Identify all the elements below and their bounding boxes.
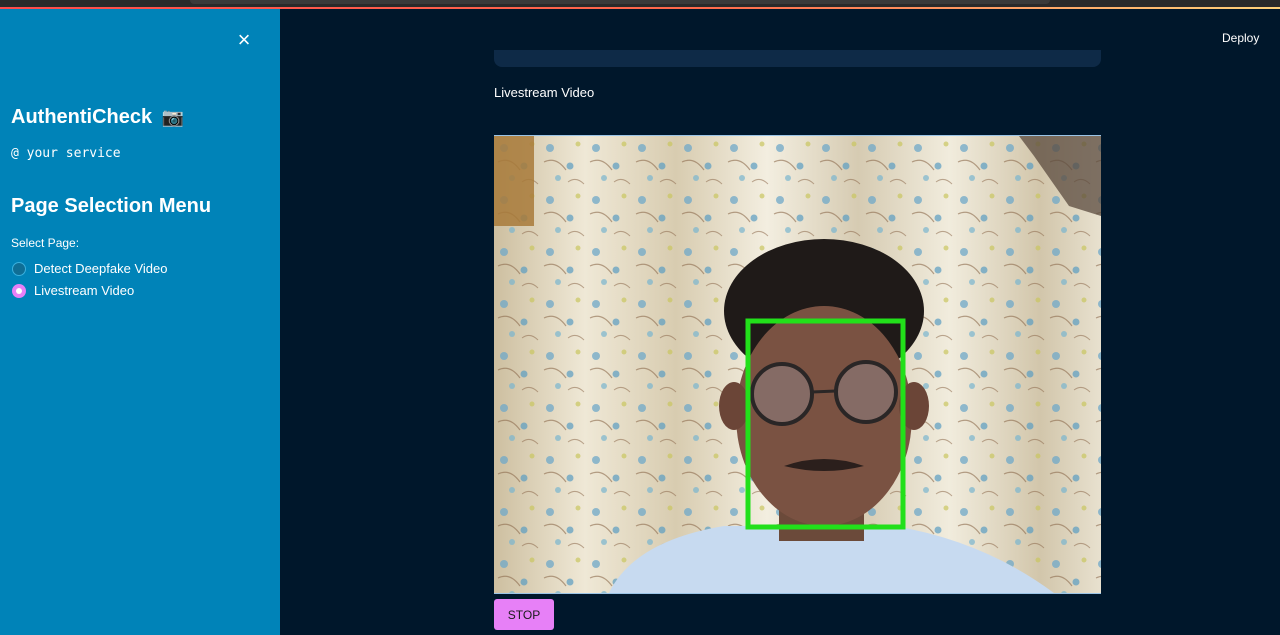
menu-title: Page Selection Menu (11, 195, 212, 217)
app-title-text: AuthentiCheck (11, 106, 153, 128)
app-title: AuthentiCheck 📷 (11, 106, 184, 129)
close-sidebar-button[interactable]: × (233, 27, 255, 52)
radio-option-label: Detect Deepfake Video (34, 261, 168, 276)
app-subtitle: @ your service (11, 146, 121, 161)
radio-option-detect-deepfake[interactable]: Detect Deepfake Video (12, 261, 167, 276)
webcam-feed-image (494, 136, 1101, 593)
deploy-button[interactable]: Deploy (1222, 31, 1259, 45)
browser-tab-strip (190, 0, 1050, 4)
section-label: Livestream Video (494, 85, 595, 100)
camera-icon: 📷 (161, 107, 185, 127)
sidebar: × AuthentiCheck 📷 @ your service Page Se… (0, 9, 280, 635)
radio-selected-icon[interactable] (12, 283, 26, 298)
radio-option-livestream[interactable]: Livestream Video (12, 283, 134, 298)
stop-button[interactable]: STOP (494, 599, 554, 630)
radio-option-label: Livestream Video (34, 283, 135, 298)
radio-unselected-icon[interactable] (12, 261, 26, 276)
select-page-label: Select Page: (11, 236, 80, 250)
previous-block-edge (494, 50, 1101, 67)
close-icon: × (237, 27, 251, 52)
livestream-video-frame (494, 135, 1101, 594)
